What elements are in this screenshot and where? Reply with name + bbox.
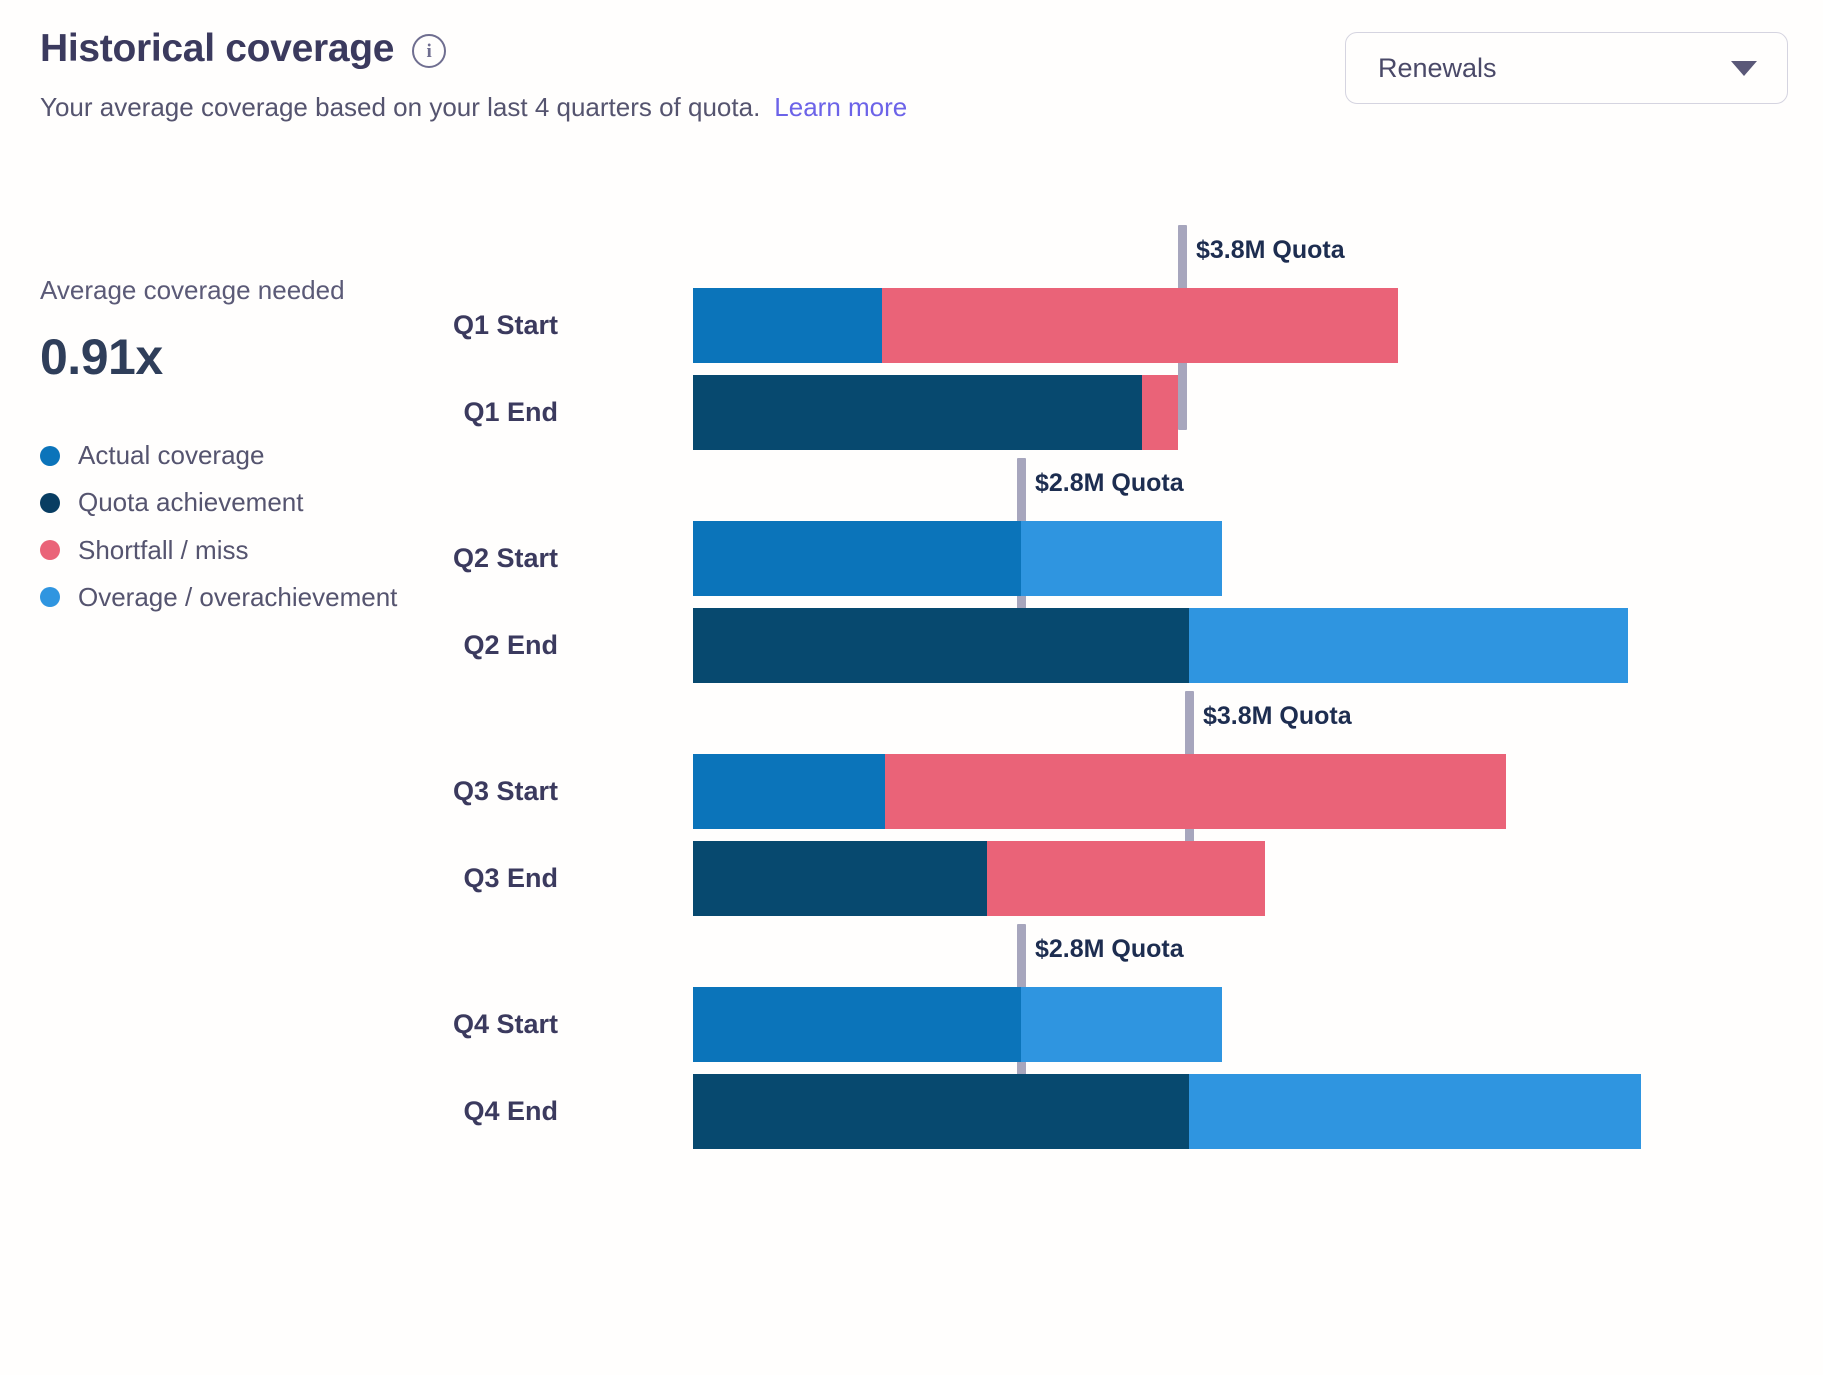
bar-segment-actual[interactable] bbox=[693, 987, 1021, 1062]
bar-segment-shortfall[interactable] bbox=[1142, 375, 1178, 450]
bar-segment-actual[interactable] bbox=[693, 288, 882, 363]
historical-coverage-card: Historical coverage i Your average cover… bbox=[0, 0, 1823, 1375]
bar-row: Q4 Start bbox=[0, 987, 1823, 1062]
quota-label: $2.8M Quota bbox=[1035, 469, 1184, 497]
page-title: Historical coverage bbox=[40, 27, 395, 70]
learn-more-link[interactable]: Learn more bbox=[774, 92, 907, 122]
average-coverage-value: 0.91x bbox=[40, 329, 163, 386]
bar-row: Q4 End bbox=[0, 1074, 1823, 1149]
quota-label: $2.8M Quota bbox=[1035, 935, 1184, 963]
legend-swatch-icon bbox=[40, 445, 60, 466]
coverage-type-select[interactable]: Renewals bbox=[1345, 32, 1788, 104]
legend-swatch-icon bbox=[40, 587, 60, 608]
summary-column: Average coverage needed 0.91x Actual cov… bbox=[40, 275, 510, 629]
quarter-group-q3: $3.8M Quota Q3 Start Q3 End bbox=[0, 691, 1823, 926]
bar-segment-actual[interactable] bbox=[693, 754, 885, 829]
legend-item: Overage / overachievement bbox=[40, 582, 510, 613]
bar-segment-achievement[interactable] bbox=[693, 1074, 1189, 1149]
bar-segment-shortfall[interactable] bbox=[987, 841, 1265, 916]
legend-item: Quota achievement bbox=[40, 487, 510, 518]
bar-row-label: Q3 End bbox=[463, 863, 558, 893]
legend-item-label: Shortfall / miss bbox=[78, 534, 249, 565]
bar-row: Q3 Start bbox=[0, 754, 1823, 829]
legend-item: Shortfall / miss bbox=[40, 535, 510, 566]
chevron-down-icon bbox=[1731, 60, 1757, 76]
legend-swatch-icon bbox=[40, 492, 60, 513]
historical-coverage-chart: $3.8M Quota Q1 Start Q1 End $2.8M Quota Q2 S… bbox=[0, 0, 1823, 1375]
quota-label: $3.8M Quota bbox=[1203, 702, 1352, 730]
bar-row-label: Q4 End bbox=[463, 1096, 558, 1126]
legend-item-label: Quota achievement bbox=[78, 487, 304, 518]
bar-segment-overage[interactable] bbox=[1021, 987, 1222, 1062]
bar-segment-overage[interactable] bbox=[1021, 521, 1222, 596]
chart-legend: Actual coverage Quota achievement Shortfal… bbox=[40, 440, 510, 613]
quota-label: $3.8M Quota bbox=[1196, 236, 1345, 264]
bar-segment-actual[interactable] bbox=[693, 521, 1021, 596]
bar-segment-achievement[interactable] bbox=[693, 841, 987, 916]
bar-segment-shortfall[interactable] bbox=[885, 754, 1506, 829]
legend-item: Actual coverage bbox=[40, 440, 510, 471]
bar-row: Q3 End bbox=[0, 841, 1823, 916]
quarter-group-q4: $2.8M Quota Q4 Start Q4 End bbox=[0, 924, 1823, 1159]
average-coverage-label: Average coverage needed bbox=[40, 275, 345, 305]
subtitle-text: Your average coverage based on your last… bbox=[40, 91, 761, 122]
legend-item-label: Actual coverage bbox=[78, 440, 265, 471]
info-icon[interactable]: i bbox=[412, 34, 447, 69]
bar-row-label: Q3 Start bbox=[452, 776, 558, 806]
select-value: Renewals bbox=[1378, 52, 1497, 83]
bar-row-label: Q4 Start bbox=[452, 1009, 558, 1039]
bar-segment-shortfall[interactable] bbox=[882, 288, 1398, 363]
legend-item-label: Overage / overachievement bbox=[78, 581, 398, 612]
bar-segment-achievement[interactable] bbox=[693, 375, 1142, 450]
bar-segment-achievement[interactable] bbox=[693, 608, 1189, 683]
legend-swatch-icon bbox=[40, 540, 60, 561]
bar-segment-overage[interactable] bbox=[1189, 608, 1628, 683]
bar-segment-overage[interactable] bbox=[1189, 1074, 1641, 1149]
